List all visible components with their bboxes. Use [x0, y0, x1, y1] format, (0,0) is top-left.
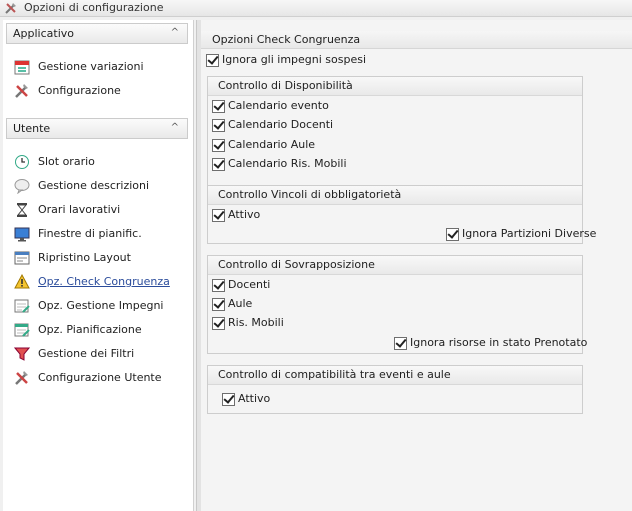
- group-label: Applicativo: [13, 27, 74, 40]
- checkbox-label: Calendario Docenti: [228, 118, 334, 131]
- groupbox-header: Controllo di Sovrapposizione: [208, 256, 582, 275]
- groupbox-compatibilita: Controllo di compatibilità tra eventi e …: [207, 365, 583, 414]
- sidebar: Applicativo ^ Gestione variazioni Config…: [3, 20, 194, 511]
- sidebar-item-label: Opz. Check Congruenza: [38, 275, 170, 288]
- clock-icon: [14, 154, 30, 170]
- chevron-up-icon[interactable]: ^: [171, 122, 179, 133]
- sidebar-item-gestione-descrizioni[interactable]: Gestione descrizioni: [11, 176, 191, 196]
- checkbox-checked-icon[interactable]: [212, 139, 225, 152]
- checkbox-checked-icon[interactable]: [222, 393, 235, 406]
- window-layout-icon: [14, 250, 30, 266]
- groupbox-title: Controllo Vincoli di obbligatorietà: [218, 188, 402, 201]
- sidebar-item-label: Finestre di pianific.: [38, 227, 142, 240]
- sidebar-item-label: Gestione variazioni: [38, 60, 144, 73]
- checkbox-label: Attivo: [238, 392, 271, 405]
- sidebar-item-gestione-variazioni[interactable]: Gestione variazioni: [11, 57, 191, 77]
- sidebar-item-gestione-filtri[interactable]: Gestione dei Filtri: [11, 344, 191, 364]
- sidebar-item-opz-pianificazione[interactable]: Opz. Pianificazione: [11, 320, 191, 340]
- calendar-icon: [14, 59, 30, 75]
- groupbox-header: Controllo Vincoli di obbligatorietà: [208, 186, 582, 205]
- groupbox-title: Controllo di Disponibilità: [218, 79, 353, 92]
- groupbox-title: Controllo di Sovrapposizione: [218, 258, 375, 271]
- checkbox-checked-icon[interactable]: [212, 100, 225, 113]
- filter-icon: [14, 346, 30, 362]
- checkbox-label: Ignora risorse in stato Prenotato: [410, 336, 588, 349]
- groupbox-header: Controllo di compatibilità tra eventi e …: [208, 366, 582, 385]
- checkbox-checked-icon[interactable]: [212, 298, 225, 311]
- group-header-applicativo[interactable]: Applicativo ^: [6, 23, 188, 44]
- checkbox-label: Calendario Ris. Mobili: [228, 157, 347, 170]
- checkbox-checked-icon[interactable]: [212, 279, 225, 292]
- group-header-utente[interactable]: Utente ^: [6, 118, 188, 139]
- main-panel: Opzioni Check Congruenza Ignora gli impe…: [201, 20, 632, 511]
- tools-icon: [14, 83, 30, 99]
- checkbox-label: Aule: [228, 297, 253, 310]
- sidebar-item-configurazione[interactable]: Configurazione: [11, 81, 191, 101]
- window-titlebar: Opzioni di configurazione: [0, 0, 632, 17]
- tools-icon: [14, 370, 30, 386]
- sidebar-item-finestre-pianific[interactable]: Finestre di pianific.: [11, 224, 191, 244]
- checkbox-checked-icon[interactable]: [212, 119, 225, 132]
- checkbox-label: Calendario evento: [228, 99, 329, 112]
- checkbox-label: Ignora Partizioni Diverse: [462, 227, 597, 240]
- sidebar-item-ripristino-layout[interactable]: Ripristino Layout: [11, 248, 191, 268]
- sidebar-item-label: Orari lavorativi: [38, 203, 121, 216]
- checkbox-label: Docenti: [228, 278, 271, 291]
- sidebar-item-label: Gestione dei Filtri: [38, 347, 135, 360]
- group-label: Utente: [13, 122, 51, 135]
- sidebar-item-orari-lavorativi[interactable]: Orari lavorativi: [11, 200, 191, 220]
- checkbox-label: Ignora gli impegni sospesi: [222, 53, 367, 66]
- sidebar-item-label: Gestione descrizioni: [38, 179, 150, 192]
- checkbox-checked-icon[interactable]: [206, 54, 219, 67]
- groupbox-sovrapposizione: Controllo di Sovrapposizione Docenti Aul…: [207, 255, 587, 354]
- groupbox-title: Controllo di compatibilità tra eventi e …: [218, 368, 451, 381]
- panel-header: Opzioni Check Congruenza: [201, 31, 632, 49]
- checkbox-checked-icon[interactable]: [394, 337, 407, 350]
- sidebar-item-label: Ripristino Layout: [38, 251, 131, 264]
- schedule-edit-icon: [14, 298, 30, 314]
- sidebar-item-label: Opz. Pianificazione: [38, 323, 142, 336]
- sidebar-item-label: Configurazione: [38, 84, 121, 97]
- tools-icon: [4, 1, 18, 15]
- groupbox-disponibilita: Controllo di Disponibilità Calendario ev…: [207, 76, 583, 194]
- sidebar-item-label: Configurazione Utente: [38, 371, 162, 384]
- sidebar-item-label: Opz. Gestione Impegni: [38, 299, 164, 312]
- monitor-icon: [14, 226, 30, 242]
- warning-icon: [14, 274, 30, 290]
- schedule-edit-icon: [14, 322, 30, 338]
- sidebar-item-slot-orario[interactable]: Slot orario: [11, 152, 191, 172]
- window-title: Opzioni di configurazione: [24, 1, 164, 14]
- sidebar-item-opz-gestione-impegni[interactable]: Opz. Gestione Impegni: [11, 296, 191, 316]
- sidebar-item-configurazione-utente[interactable]: Configurazione Utente: [11, 368, 191, 388]
- panel-title: Opzioni Check Congruenza: [212, 33, 361, 46]
- speech-bubble-icon: [14, 178, 30, 194]
- checkbox-checked-icon[interactable]: [212, 209, 225, 222]
- checkbox-label: Ris. Mobili: [228, 316, 284, 329]
- checkbox-label: Attivo: [228, 208, 261, 221]
- sidebar-item-opz-check-congruenza[interactable]: Opz. Check Congruenza: [11, 272, 191, 292]
- checkbox-checked-icon[interactable]: [212, 158, 225, 171]
- checkbox-checked-icon[interactable]: [212, 317, 225, 330]
- hourglass-icon: [14, 202, 30, 218]
- groupbox-header: Controllo di Disponibilità: [208, 77, 582, 96]
- sidebar-item-label: Slot orario: [38, 155, 95, 168]
- checkbox-label: Calendario Aule: [228, 138, 316, 151]
- checkbox-checked-icon[interactable]: [446, 228, 459, 241]
- groupbox-vincoli-obbligatorieta: Controllo Vincoli di obbligatorietà Atti…: [207, 185, 596, 244]
- chevron-up-icon[interactable]: ^: [171, 27, 179, 38]
